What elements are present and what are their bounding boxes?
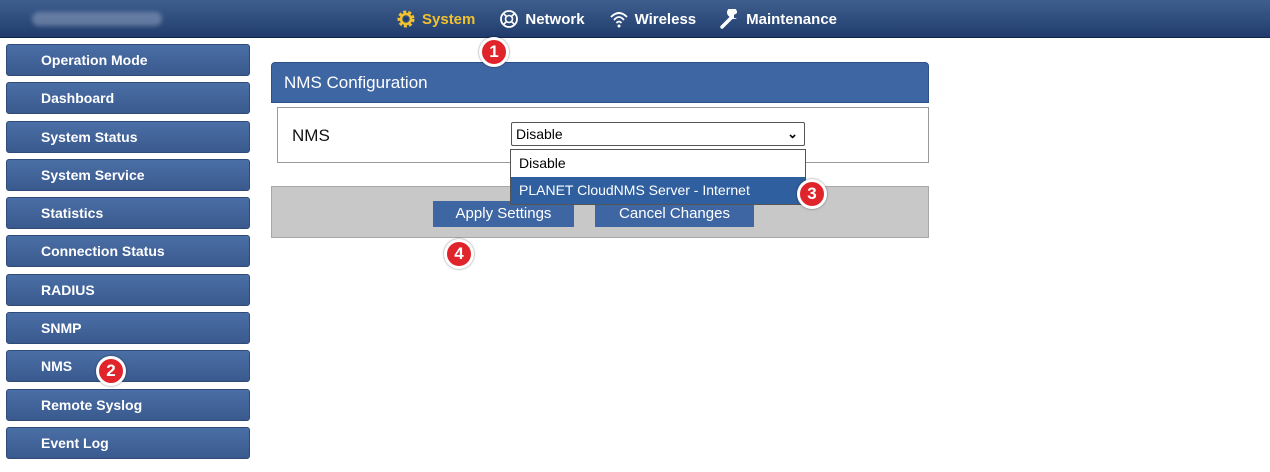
wifi-icon (609, 9, 629, 29)
sidebar-item-label: System Service (41, 166, 145, 183)
sidebar-item-event-log[interactable]: Event Log (6, 426, 250, 459)
callout-marker-3: 3 (797, 179, 827, 209)
nav-network-label: Network (525, 10, 585, 28)
sidebar-item-label: Connection Status (41, 243, 165, 260)
top-nav-bar: System Network Wireless Maintenance (0, 0, 1270, 38)
sidebar-item-remote-syslog[interactable]: Remote Syslog (6, 388, 250, 421)
sidebar-item-nms[interactable]: NMS (6, 350, 250, 383)
sidebar-item-operation-mode[interactable]: Operation Mode (6, 44, 250, 76)
nav-system-label: System (422, 10, 476, 28)
sidebar-item-statistics[interactable]: Statistics (6, 197, 250, 230)
option-planet-cloudnms[interactable]: PLANET CloudNMS Server - Internet (511, 177, 805, 204)
callout-marker-1: 1 (479, 37, 509, 67)
nav-maintenance-label: Maintenance (746, 10, 837, 28)
sidebar-menu: Operation Mode Dashboard System Status S… (6, 44, 250, 465)
gear-icon (396, 9, 416, 29)
option-disable[interactable]: Disable (511, 150, 805, 177)
brand-logo (32, 12, 162, 26)
callout-marker-2: 2 (96, 356, 126, 386)
sidebar-item-label: Remote Syslog (41, 396, 143, 413)
wrench-icon (720, 9, 740, 29)
sidebar-item-label: System Status (41, 128, 138, 145)
nms-select-value: Disable (516, 126, 563, 142)
sidebar-item-label: NMS (41, 358, 73, 375)
callout-marker-4: 4 (444, 239, 474, 269)
sidebar-item-label: Statistics (41, 205, 104, 222)
panel-title: NMS Configuration (271, 62, 929, 103)
network-icon (499, 9, 519, 29)
sidebar-item-dashboard[interactable]: Dashboard (6, 82, 250, 115)
sidebar-item-label: Dashboard (41, 90, 115, 107)
sidebar-item-snmp[interactable]: SNMP (6, 312, 250, 345)
nms-dropdown-list: Disable PLANET CloudNMS Server - Interne… (510, 149, 806, 205)
sidebar-item-system-service[interactable]: System Service (6, 158, 250, 191)
sidebar-item-radius[interactable]: RADIUS (6, 273, 250, 306)
nav-maintenance[interactable]: Maintenance (720, 9, 837, 29)
nav-wireless-label: Wireless (634, 10, 697, 28)
sidebar-item-system-status[interactable]: System Status (6, 120, 250, 153)
nms-field-label: NMS (292, 126, 330, 145)
sidebar-item-label: RADIUS (41, 281, 95, 298)
chevron-down-icon: ⌄ (787, 126, 798, 141)
nav-network[interactable]: Network (499, 9, 585, 29)
nav-wireless[interactable]: Wireless (609, 9, 697, 29)
sidebar-item-connection-status[interactable]: Connection Status (6, 235, 250, 268)
main-nav: System Network Wireless Maintenance (396, 0, 861, 38)
nms-select[interactable]: Disable ⌄ (511, 122, 805, 146)
sidebar-item-label: Operation Mode (41, 52, 148, 68)
sidebar-item-label: SNMP (41, 320, 82, 337)
nav-system[interactable]: System (396, 9, 475, 29)
sidebar-item-label: Event Log (41, 434, 109, 451)
